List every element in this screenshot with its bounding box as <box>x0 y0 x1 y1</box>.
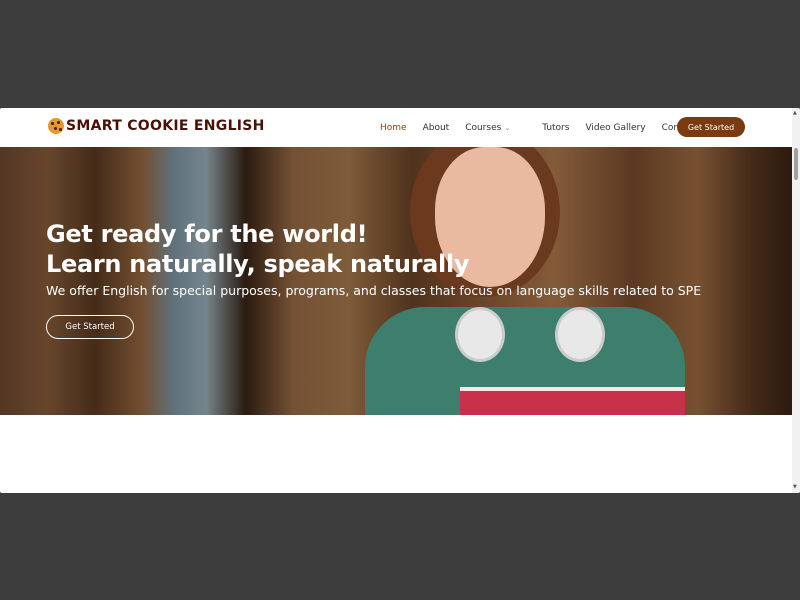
browser-viewport: SMART COOKIE ENGLISH Home About Courses ⌄… <box>0 108 800 493</box>
get-started-button[interactable]: Get Started <box>677 117 745 137</box>
brand-name: SMART COOKIE ENGLISH <box>66 118 265 134</box>
nav-about[interactable]: About <box>423 123 450 133</box>
cookie-icon <box>48 118 64 134</box>
nav-home[interactable]: Home <box>380 123 407 133</box>
navbar: SMART COOKIE ENGLISH Home About Courses ⌄… <box>0 108 792 147</box>
chevron-down-icon: ⌄ <box>504 123 511 132</box>
main-menu: Home About Courses ⌄ Tutors Video Gallery… <box>380 108 713 147</box>
scrollbar-thumb[interactable] <box>794 148 798 180</box>
hero-get-started-button[interactable]: Get Started <box>46 315 134 339</box>
nav-courses[interactable]: Courses ⌄ <box>465 123 526 133</box>
nav-video-gallery[interactable]: Video Gallery <box>585 123 645 133</box>
scroll-down-icon[interactable]: ▼ <box>793 484 797 490</box>
nav-tutors[interactable]: Tutors <box>542 123 569 133</box>
logo[interactable]: SMART COOKIE ENGLISH <box>48 118 265 134</box>
hero-title-line1: Get ready for the world! <box>46 220 368 248</box>
hero-subtitle: We offer English for special purposes, p… <box>46 283 702 298</box>
scroll-up-icon[interactable]: ▲ <box>793 110 797 116</box>
nav-courses-label: Courses <box>465 122 502 133</box>
hero-section: Get ready for the world! Learn naturally… <box>0 147 792 415</box>
hero-title-line2: Learn naturally, speak naturally <box>46 250 470 278</box>
